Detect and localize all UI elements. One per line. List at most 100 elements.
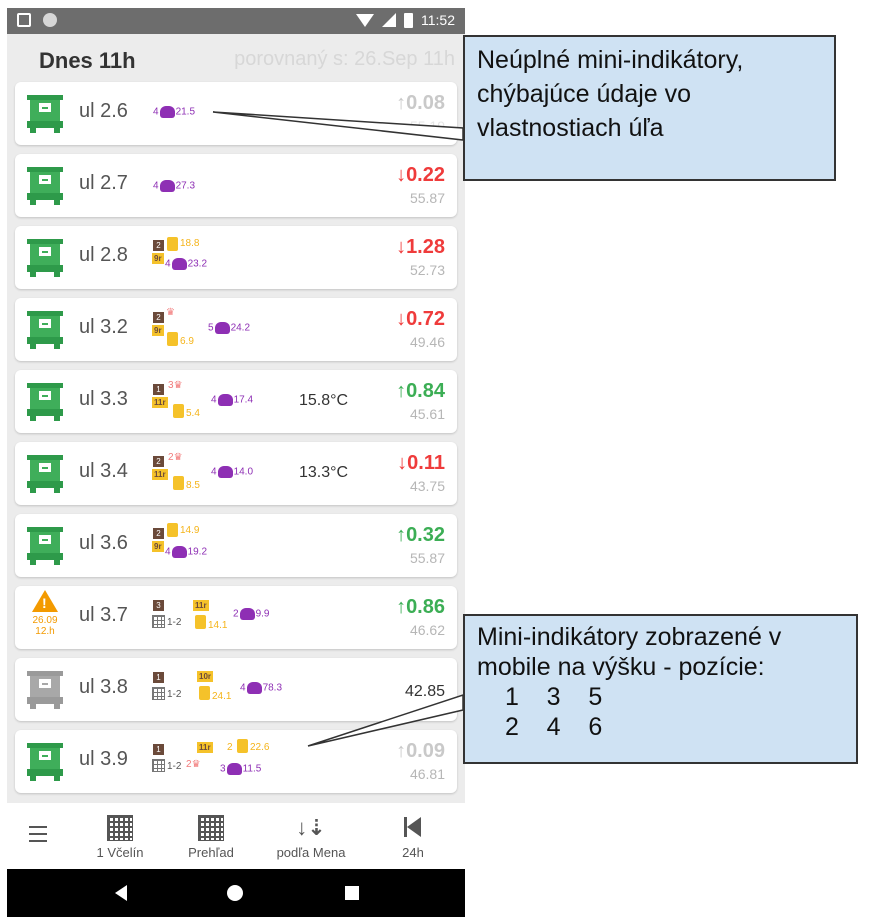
grid-icon [152, 687, 165, 700]
grid-icon [152, 615, 165, 628]
back-icon[interactable] [115, 885, 127, 901]
menu-icon[interactable] [29, 826, 47, 847]
bees-indicator: 4 17.4 [211, 394, 254, 406]
bees-indicator: 2 9.9 [233, 608, 270, 620]
brood-indicator: 2 [153, 456, 164, 467]
overview-icon [198, 815, 224, 841]
hive-row[interactable]: ! 26.09 12.h ul 3.7 3 1-2 11r 14.1 2 9.9 … [15, 586, 457, 649]
frames-indicator: 9r [152, 253, 164, 264]
bee-icon [159, 106, 175, 118]
alert-indicator[interactable]: ! 26.09 12.h [25, 590, 65, 646]
grid-value: 1-2 [167, 617, 182, 628]
feeder-icon [167, 523, 178, 537]
bee-icon [171, 258, 187, 270]
grid-icon [152, 759, 165, 772]
sort-icon: ↓⇣ [296, 815, 326, 840]
bees-indicator: 4 19.2 [165, 546, 208, 558]
bee-icon [159, 180, 175, 192]
frames-indicator: 10r [197, 671, 214, 682]
hive-row[interactable]: ul 2.7 4 27.3 ↓0.22 55.87 [15, 154, 457, 217]
hive-icon [27, 167, 63, 205]
notification-icon [17, 13, 31, 27]
signal-icon [382, 13, 396, 27]
bees-indicator: 3 11.5 [220, 763, 262, 775]
callout-incomplete-indicators: Neúplné mini-indikátory, chýbajúce údaje… [463, 35, 836, 181]
hive-row[interactable]: ul 3.6 2 9r 14.9 4 19.2 ↑0.32 55.87 [15, 514, 457, 577]
feed-value: 18.8 [180, 238, 200, 249]
feeder-icon [167, 332, 178, 346]
apiary-button[interactable]: 1 Včelín [85, 815, 155, 860]
status-bar: 11:52 [7, 8, 465, 34]
hive-row[interactable]: ul 3.4 2 2♛ 11r 8.5 4 14.0 13.3°C ↓0.11 4… [15, 442, 457, 505]
hive-icon [27, 239, 63, 277]
frames-indicator: 9r [152, 541, 164, 552]
hive-weight: 55.87 [409, 550, 445, 566]
hive-row[interactable]: ul 3.9 1 1-2 2♛ 11r 2 22.6 3 11.5 ↑0.09 4… [15, 730, 457, 793]
sort-button[interactable]: ↓⇣ podľa Mena [261, 815, 361, 860]
brood-indicator: 2 [153, 240, 164, 251]
hive-weight: 55.19 [409, 118, 445, 134]
feed-value: 14.1 [208, 620, 228, 631]
grid-value: 1-2 [167, 689, 182, 700]
feeder-icon [237, 739, 248, 753]
frames-indicator: 11r [193, 600, 209, 611]
alert-date: 26.09 [32, 615, 58, 626]
hive-icon [27, 95, 63, 133]
bee-icon [217, 394, 233, 406]
feed-value: 6.9 [180, 336, 194, 347]
period-label: 24h [402, 845, 424, 860]
hive-row[interactable]: ul 3.8 1 1-2 10r 24.1 4 78.3 42.85 [15, 658, 457, 721]
weight-change: ↓0.22 [396, 164, 445, 186]
queen-indicator: 2♛ [168, 452, 183, 463]
hive-weight: 45.61 [409, 406, 445, 422]
temperature: 15.8°C [299, 392, 349, 409]
feeder-icon [199, 686, 210, 700]
period-button[interactable]: 24h [389, 815, 437, 860]
feeder-icon [173, 404, 184, 418]
comparison-label[interactable]: porovnaný s: 26.Sep 11h [234, 48, 455, 71]
recents-icon[interactable] [345, 886, 359, 900]
bee-icon [246, 682, 262, 694]
battery-icon [404, 12, 413, 28]
feeder-icon [167, 237, 178, 251]
hive-icon [27, 383, 63, 421]
hive-weight: 52.73 [409, 262, 445, 278]
hive-row[interactable]: ul 3.2 2 ♛ 9r 6.9 5 24.2 ↓0.72 49.46 [15, 298, 457, 361]
bees-indicator: 4 23.2 [165, 258, 208, 270]
brood-indicator: 1 [153, 384, 164, 395]
bees-indicator: 4 14.0 [211, 466, 254, 478]
hive-name: ul 3.8 [79, 676, 128, 698]
hive-name: ul 3.4 [79, 460, 128, 482]
bees-indicator: 4 78.3 [240, 682, 283, 694]
queen-indicator: 2♛ [186, 759, 201, 770]
feed-value: 8.5 [186, 480, 200, 491]
weight-change: ↑0.86 [396, 596, 445, 618]
hive-row[interactable]: ul 2.8 2 9r 18.8 4 23.2 ↓1.28 52.73 [15, 226, 457, 289]
hive-row[interactable]: ul 3.3 1 3♛ 11r 5.4 4 17.4 15.8°C ↑0.84 4… [15, 370, 457, 433]
sort-label: podľa Mena [276, 845, 346, 860]
skip-back-icon [401, 815, 425, 839]
android-nav-bar [7, 869, 465, 917]
callout-line: Neúplné mini-indikátory, [477, 46, 744, 74]
hive-row[interactable]: ul 2.6 4 21.5 ↑0.08 55.19 [15, 82, 457, 145]
hive-name: ul 2.7 [79, 172, 128, 194]
header: Dnes 11h porovnaný s: 26.Sep 11h [7, 34, 465, 80]
bee-icon [214, 322, 230, 334]
hive-weight: 49.46 [409, 334, 445, 350]
bees-indicator: 4 27.3 [153, 180, 196, 192]
home-icon[interactable] [227, 885, 243, 901]
callout-line: chýbajúce údaje vo [477, 80, 692, 108]
overview-button[interactable]: Prehľad [179, 815, 243, 860]
callout-line: 1 3 5 [505, 683, 603, 711]
warning-icon: ! [32, 590, 58, 612]
feed-value: 22.6 [250, 742, 270, 753]
bottom-toolbar: 1 Včelín Prehľad ↓⇣ podľa Mena 24h [7, 803, 465, 869]
hive-name: ul 3.2 [79, 316, 128, 338]
hive-name: ul 2.6 [79, 100, 128, 122]
hive-name: ul 3.7 [79, 604, 128, 626]
hive-name: ul 3.3 [79, 388, 128, 410]
temperature: 13.3°C [299, 464, 349, 481]
weight-change: ↑0.84 [396, 380, 445, 402]
extra-value: 2 [227, 742, 233, 753]
current-period-label[interactable]: Dnes 11h [39, 48, 136, 74]
